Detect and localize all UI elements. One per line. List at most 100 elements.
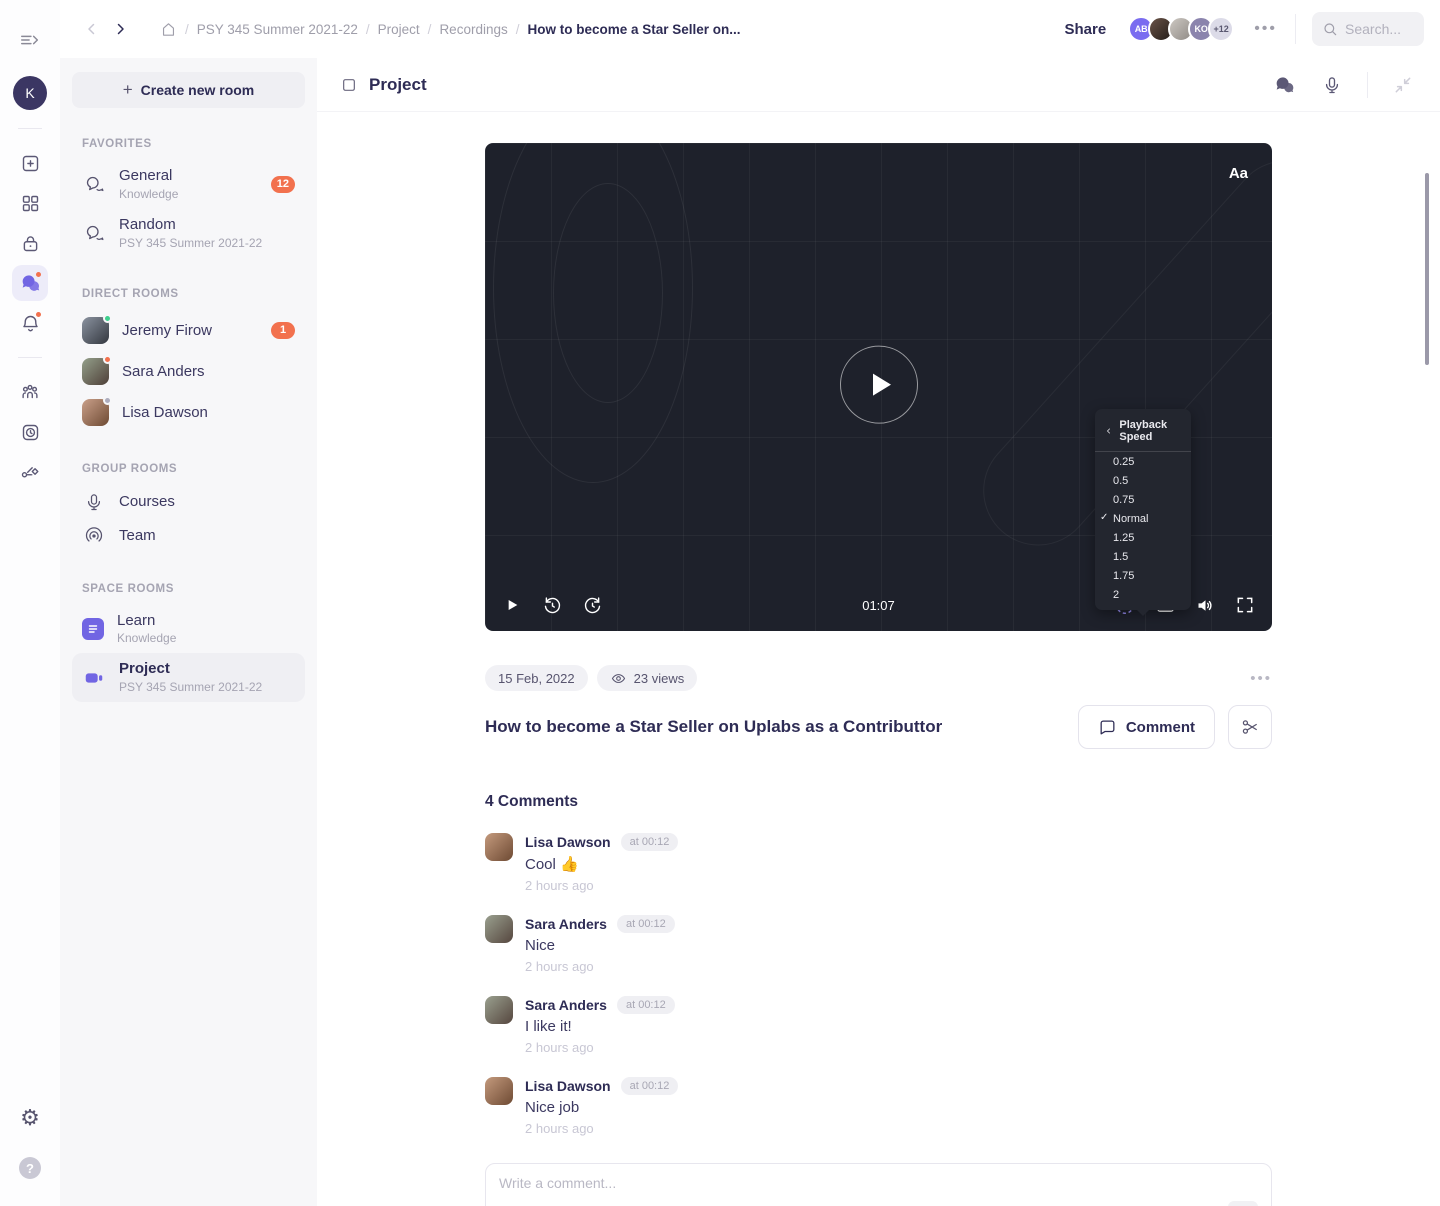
video-date: 15 Feb, 2022: [498, 671, 575, 686]
sidebar-item-general[interactable]: General Knowledge 12: [72, 160, 305, 209]
comment-item: Lisa Dawson at 00:12 Cool 👍 2 hours ago: [485, 833, 1272, 893]
breadcrumb-item-recordings[interactable]: Recordings: [439, 22, 507, 37]
speed-option-175[interactable]: 1.75: [1095, 566, 1191, 585]
sidebar-item-random[interactable]: Random PSY 345 Summer 2021-22: [72, 209, 305, 258]
breadcrumb-item-space[interactable]: PSY 345 Summer 2021-22: [197, 22, 358, 37]
breadcrumb-separator: /: [185, 22, 189, 37]
avatar: [82, 358, 109, 385]
sidebar-toggle-button[interactable]: [12, 22, 48, 58]
more-options-icon[interactable]: •••: [1254, 20, 1277, 38]
notifications-button[interactable]: [12, 305, 48, 341]
window-scrollbar[interactable]: [1425, 173, 1429, 365]
comment-timestamp-link[interactable]: at 00:12: [617, 996, 675, 1014]
room-mic-button[interactable]: [1319, 72, 1345, 98]
room-name: Project: [119, 660, 262, 679]
video-more-options-icon[interactable]: •••: [1250, 670, 1272, 687]
comment-button-label: Comment: [1126, 719, 1195, 736]
room-name: Random: [119, 216, 262, 235]
app-window: K: [0, 0, 1440, 1206]
room-subtitle: PSY 345 Summer 2021-22: [119, 236, 262, 251]
speed-option-025[interactable]: 0.25: [1095, 452, 1191, 471]
comment-author: Lisa Dawson: [525, 1078, 611, 1094]
checkbox-icon[interactable]: [341, 77, 357, 93]
comment-age: 2 hours ago: [525, 959, 675, 974]
rewind-button[interactable]: [539, 592, 565, 618]
integrations-button[interactable]: [12, 454, 48, 490]
sidebar-item-courses[interactable]: Courses: [72, 485, 305, 519]
collapse-panel-icon[interactable]: [1390, 72, 1416, 98]
comment-timestamp-link[interactable]: at 00:12: [621, 1077, 679, 1095]
room-chat-button[interactable]: [1271, 72, 1297, 98]
schedule-button[interactable]: [12, 414, 48, 450]
sidebar-item-jeremy-firow[interactable]: Jeremy Firow 1: [72, 310, 305, 351]
speed-option-2[interactable]: 2: [1095, 585, 1191, 604]
member-avatar-stack[interactable]: AB KO +12: [1128, 16, 1234, 42]
settings-button[interactable]: ⚙: [12, 1100, 48, 1136]
speed-option-125[interactable]: 1.25: [1095, 528, 1191, 547]
comment-author: Lisa Dawson: [525, 834, 611, 850]
comment-composer[interactable]: [485, 1163, 1272, 1206]
comment-button[interactable]: Comment: [1078, 705, 1215, 749]
unread-dot: [34, 270, 43, 279]
topbar: / PSY 345 Summer 2021-22 / Project / Rec…: [60, 0, 1440, 58]
breadcrumb-item-project[interactable]: Project: [378, 22, 420, 37]
sidebar-item-learn[interactable]: Learn Knowledge: [72, 605, 305, 654]
user-avatar[interactable]: K: [13, 76, 47, 110]
home-icon[interactable]: [160, 21, 177, 38]
play-overlay-button[interactable]: [840, 346, 918, 424]
comment-timestamp-link[interactable]: at 00:12: [621, 833, 679, 851]
dashboard-button[interactable]: [12, 185, 48, 221]
comment-item: Sara Anders at 00:12 Nice 2 hours ago: [485, 915, 1272, 974]
speed-option-05[interactable]: 0.5: [1095, 471, 1191, 490]
unread-badge: 12: [271, 176, 295, 193]
clip-button[interactable]: [1228, 705, 1272, 749]
comment-author: Sara Anders: [525, 997, 607, 1013]
create-room-button[interactable]: + Create new room: [72, 72, 305, 108]
play-button[interactable]: [499, 592, 525, 618]
section-favorites: FAVORITES: [82, 138, 295, 150]
title-actions: Comment: [1078, 705, 1272, 749]
forward-button[interactable]: [579, 592, 605, 618]
sidebar-item-lisa-dawson[interactable]: Lisa Dawson: [72, 392, 305, 433]
page-title: Project: [369, 75, 427, 95]
room-name: Team: [119, 527, 156, 544]
help-icon: ?: [19, 1157, 41, 1179]
comment-age: 2 hours ago: [525, 1121, 678, 1136]
room-subtitle: Knowledge: [117, 631, 176, 646]
back-button[interactable]: [78, 15, 106, 43]
microphone-icon: [82, 492, 106, 512]
divider: [1367, 72, 1368, 98]
video-title-row: How to become a Star Seller on Uplabs as…: [485, 705, 1272, 749]
check-icon: ✓: [1100, 512, 1108, 523]
volume-button[interactable]: [1192, 592, 1218, 618]
divider: [18, 357, 42, 358]
speed-option-15[interactable]: 1.5: [1095, 547, 1191, 566]
section-group-rooms: GROUP ROOMS: [82, 463, 295, 475]
room-name: Jeremy Firow: [122, 322, 212, 339]
private-rooms-button[interactable]: [12, 225, 48, 261]
share-button[interactable]: Share: [1064, 21, 1106, 38]
chats-button[interactable]: [12, 265, 48, 301]
speed-option-normal[interactable]: ✓ Normal: [1095, 509, 1191, 528]
speed-option-075[interactable]: 0.75: [1095, 490, 1191, 509]
sidebar-item-team[interactable]: Team: [72, 519, 305, 553]
main-scroll-area[interactable]: Aa: [317, 112, 1440, 1206]
comment-input[interactable]: [499, 1175, 1258, 1191]
help-button[interactable]: ?: [12, 1150, 48, 1186]
forward-button[interactable]: [106, 15, 134, 43]
search-box[interactable]: [1312, 12, 1424, 46]
search-input[interactable]: [1345, 21, 1415, 37]
avatar: [485, 833, 513, 861]
sidebar-item-sara-anders[interactable]: Sara Anders: [72, 351, 305, 392]
speed-menu-header[interactable]: Playback Speed: [1095, 417, 1191, 452]
members-button[interactable]: [12, 374, 48, 410]
send-comment-button[interactable]: [1228, 1201, 1258, 1206]
new-item-button[interactable]: [12, 145, 48, 181]
breadcrumb-current: How to become a Star Seller on...: [528, 22, 741, 37]
video-player[interactable]: Aa: [485, 143, 1272, 631]
clock-box-icon: [20, 422, 41, 443]
plus-square-icon: [20, 153, 41, 174]
fullscreen-button[interactable]: [1232, 592, 1258, 618]
comment-timestamp-link[interactable]: at 00:12: [617, 915, 675, 933]
sidebar-item-project[interactable]: Project PSY 345 Summer 2021-22: [72, 653, 305, 702]
